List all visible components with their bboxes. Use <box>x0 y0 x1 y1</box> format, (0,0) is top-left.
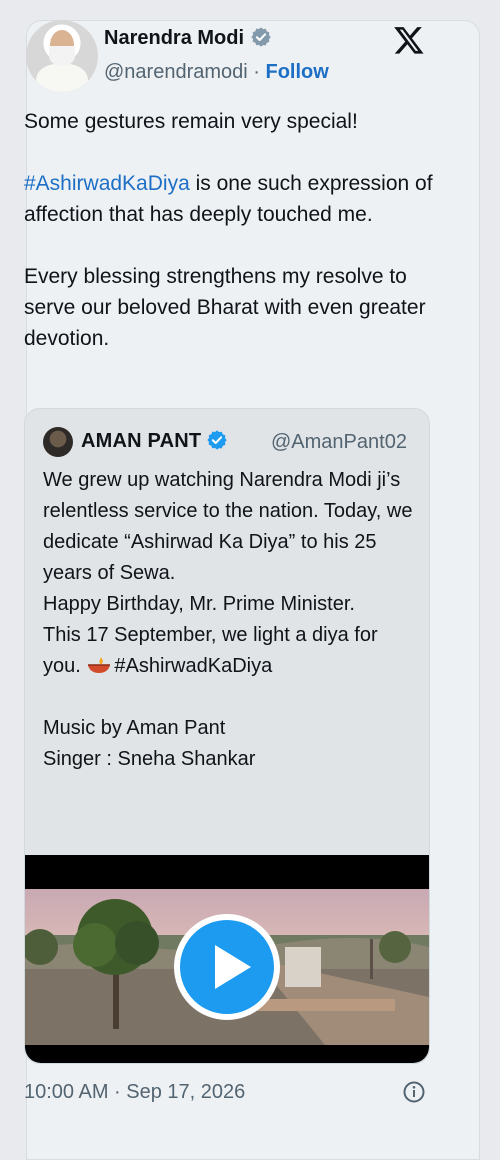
diya-emoji-icon <box>88 657 111 673</box>
author-handle[interactable]: @narendramodi <box>104 61 248 83</box>
post-line-1: Some gestures remain very special! <box>24 110 358 133</box>
x-logo-icon[interactable] <box>392 24 426 56</box>
author-handle-line: @narendramodi · Follow <box>104 60 329 84</box>
quoted-para-2: Happy Birthday, Mr. Prime Minister. <box>43 593 355 615</box>
handle-separator: · <box>247 61 266 83</box>
post-line-3: Every blessing strengthens my resolve to… <box>24 265 426 350</box>
video-player[interactable] <box>25 855 429 1063</box>
play-icon[interactable] <box>173 913 281 1021</box>
follow-button[interactable]: Follow <box>266 61 329 83</box>
post-text: Some gestures remain very special! #Ashi… <box>24 106 434 385</box>
quoted-verified-badge-icon <box>207 430 228 450</box>
info-icon[interactable] <box>402 1080 426 1104</box>
quoted-author-handle[interactable]: @AmanPant02 <box>271 430 407 454</box>
quoted-hashtag[interactable]: #AshirwadKaDiya <box>114 655 272 677</box>
quoted-para-3: This 17 September, we light a diya for y… <box>43 624 378 677</box>
post-line-2: #AshirwadKaDiya is one such expression o… <box>24 172 433 226</box>
quoted-text: We grew up watching Narendra Modi ji’s r… <box>43 465 415 775</box>
author-name[interactable]: Narendra Modi <box>104 26 272 50</box>
post-timestamp[interactable]: 10:00 AM · Sep 17, 2026 <box>24 1080 245 1104</box>
quoted-music-credit: Music by Aman Pant <box>43 717 226 739</box>
quoted-singer-credit: Singer : Sneha Shankar <box>43 748 256 770</box>
author-avatar[interactable] <box>26 20 98 92</box>
quoted-tweet[interactable]: AMAN PANT @AmanPant02 We grew up watchin… <box>24 408 430 1064</box>
quoted-author-name[interactable]: AMAN PANT <box>81 429 228 453</box>
verified-badge-icon <box>251 27 271 47</box>
post-hashtag-link[interactable]: #AshirwadKaDiya <box>24 172 190 195</box>
quoted-author-avatar[interactable] <box>43 427 73 457</box>
author-name-text[interactable]: Narendra Modi <box>104 27 244 49</box>
quoted-para-1: We grew up watching Narendra Modi ji’s r… <box>43 469 413 584</box>
